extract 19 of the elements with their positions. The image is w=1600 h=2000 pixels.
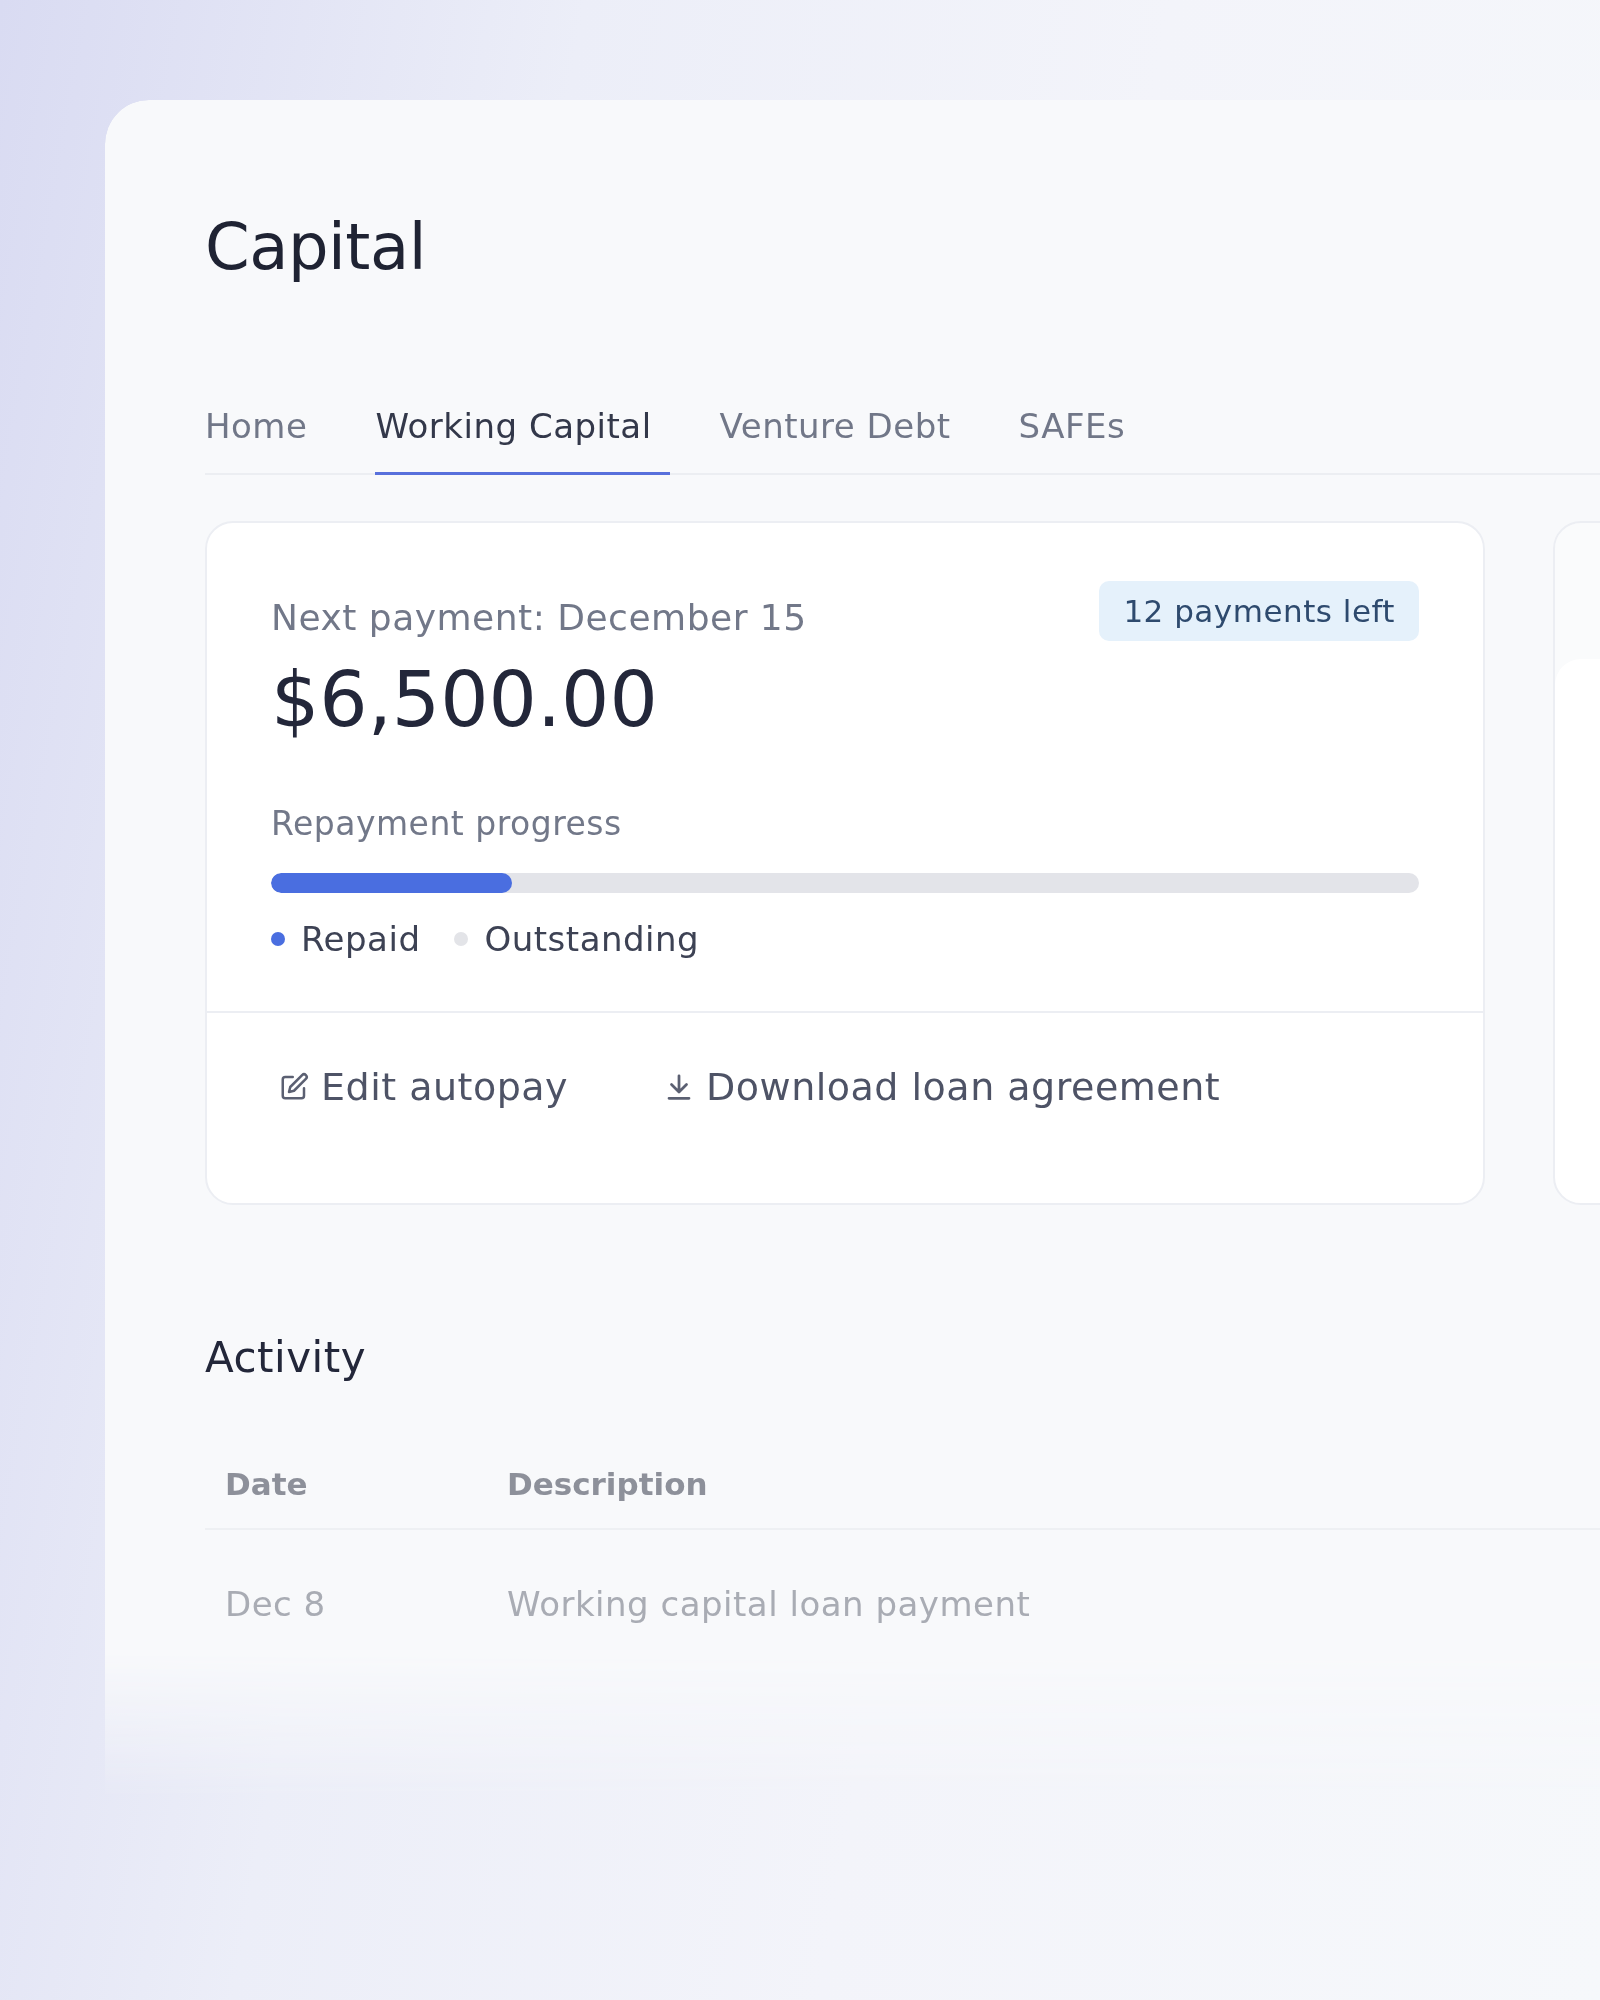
progress-label: Repayment progress — [271, 804, 623, 843]
tab[interactable]: Home — [205, 406, 326, 475]
tab[interactable]: Working Capital — [375, 406, 670, 475]
table-cell-text: Working capital loan payment — [506, 1583, 1032, 1626]
payment-amount: $6,500.00 — [271, 655, 659, 744]
next-payment-date: Next payment: December 15 — [271, 597, 807, 638]
payments-left-badge: 12 payments left — [1099, 581, 1419, 641]
edit-button[interactable]: Edit autopay — [279, 1065, 569, 1109]
tab[interactable]: SAFEs — [1018, 406, 1144, 475]
edit-icon — [279, 1072, 309, 1102]
legend-label: Repaid — [301, 919, 421, 959]
column-header: Description — [487, 1466, 1600, 1530]
page-title: Capital — [205, 210, 427, 284]
section-title: Activity — [205, 1333, 368, 1382]
legend-label: Outstanding — [484, 919, 700, 959]
tab[interactable]: Venture Debt — [719, 406, 969, 475]
column-header: Date — [205, 1466, 487, 1530]
table-cell-text: Dec 8 — [224, 1583, 327, 1626]
download-button[interactable]: Download loan agreement — [664, 1065, 1221, 1109]
